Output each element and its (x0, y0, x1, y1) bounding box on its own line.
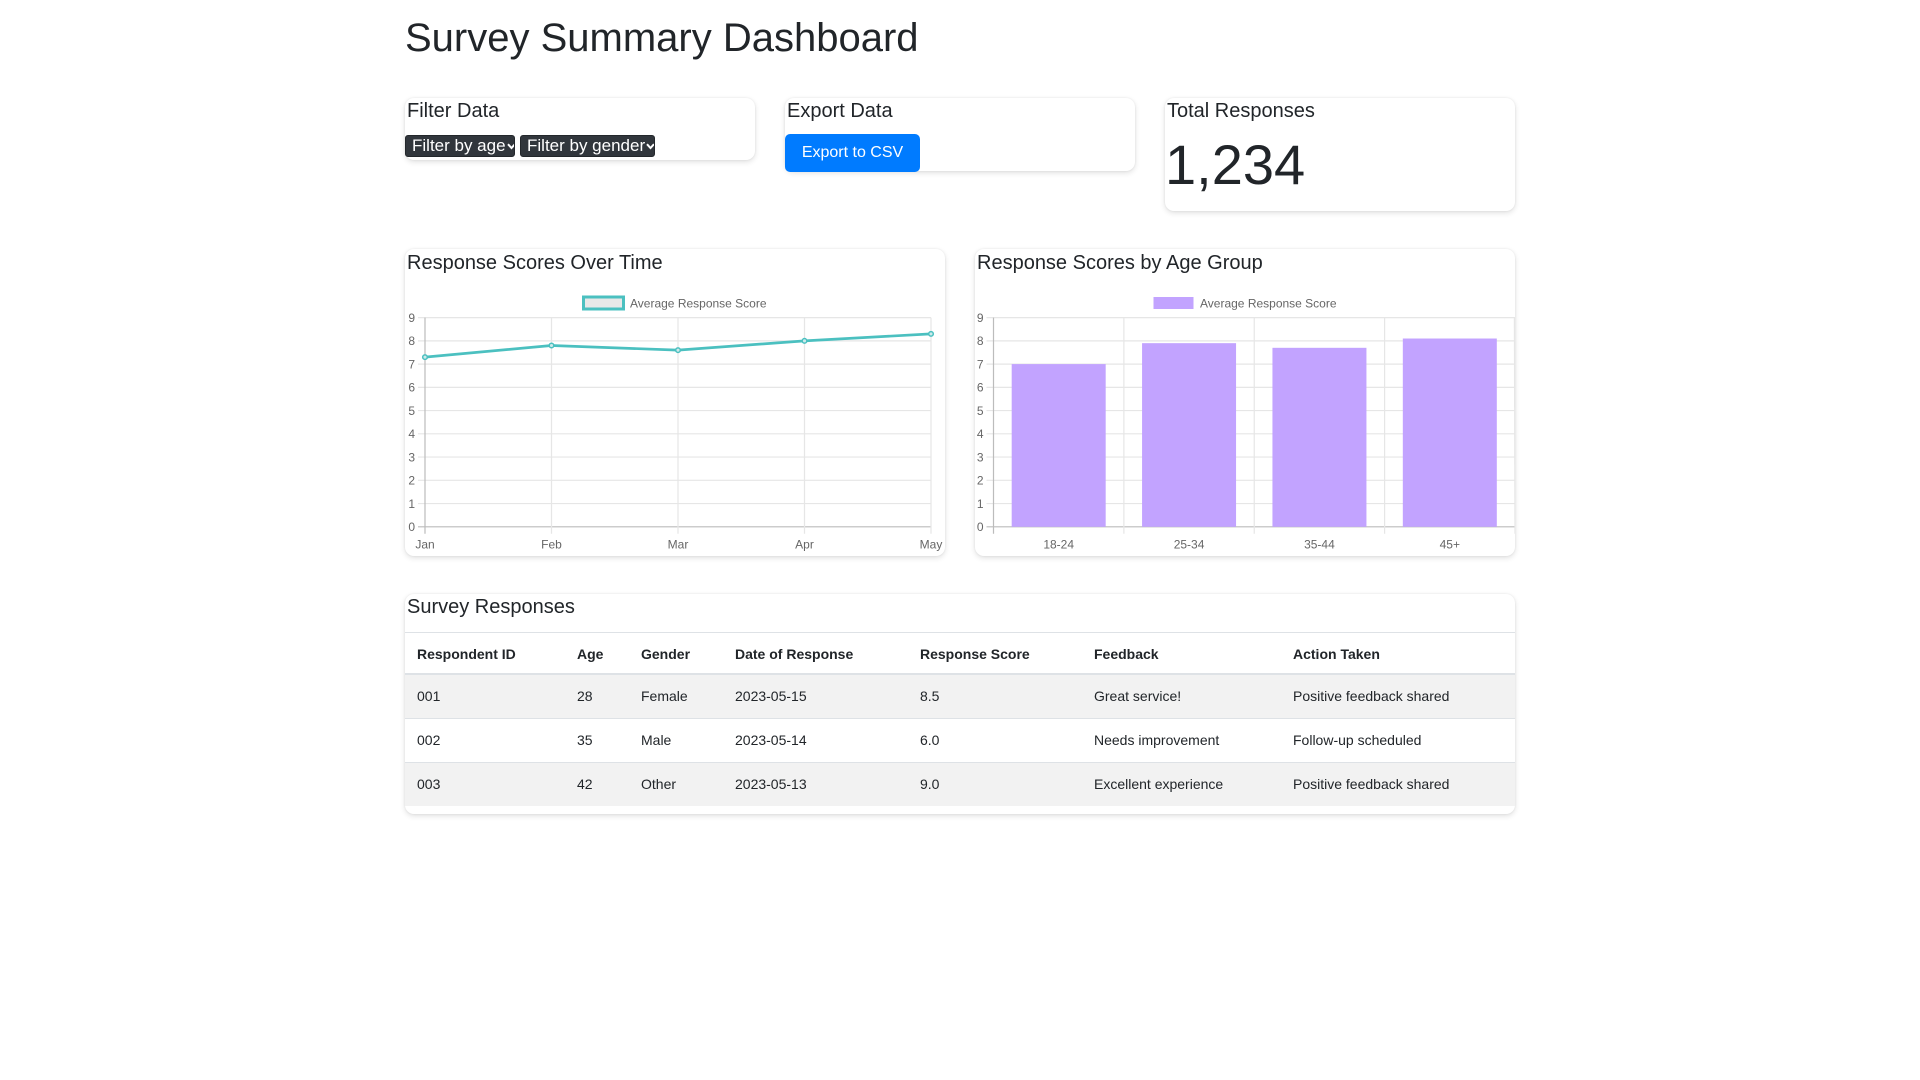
svg-text:7: 7 (977, 357, 984, 371)
svg-text:May: May (920, 538, 943, 552)
svg-text:6: 6 (408, 381, 415, 395)
svg-text:1: 1 (977, 497, 984, 511)
svg-text:4: 4 (408, 427, 415, 441)
svg-text:7: 7 (408, 357, 415, 371)
svg-text:Feb: Feb (541, 538, 562, 552)
svg-text:4: 4 (977, 427, 984, 441)
svg-text:Apr: Apr (795, 538, 814, 552)
svg-text:3: 3 (977, 450, 984, 464)
svg-text:Average Response Score: Average Response Score (1200, 296, 1337, 310)
svg-text:9: 9 (408, 311, 415, 325)
svg-text:5: 5 (408, 404, 415, 418)
svg-text:35-44: 35-44 (1304, 538, 1335, 552)
svg-text:0: 0 (977, 520, 984, 534)
svg-text:3: 3 (408, 450, 415, 464)
svg-text:6: 6 (977, 381, 984, 395)
svg-text:2: 2 (408, 474, 415, 488)
svg-text:2: 2 (977, 474, 984, 488)
svg-text:9: 9 (977, 311, 984, 325)
svg-text:8: 8 (977, 334, 984, 348)
svg-text:25-34: 25-34 (1174, 538, 1205, 552)
svg-text:0: 0 (408, 520, 415, 534)
svg-text:45+: 45+ (1440, 538, 1460, 552)
svg-text:Average Response Score: Average Response Score (630, 296, 767, 310)
svg-text:8: 8 (408, 334, 415, 348)
svg-text:18-24: 18-24 (1043, 538, 1074, 552)
svg-text:1: 1 (408, 497, 415, 511)
svg-text:Mar: Mar (668, 538, 689, 552)
svg-text:Jan: Jan (415, 538, 434, 552)
svg-text:5: 5 (977, 404, 984, 418)
